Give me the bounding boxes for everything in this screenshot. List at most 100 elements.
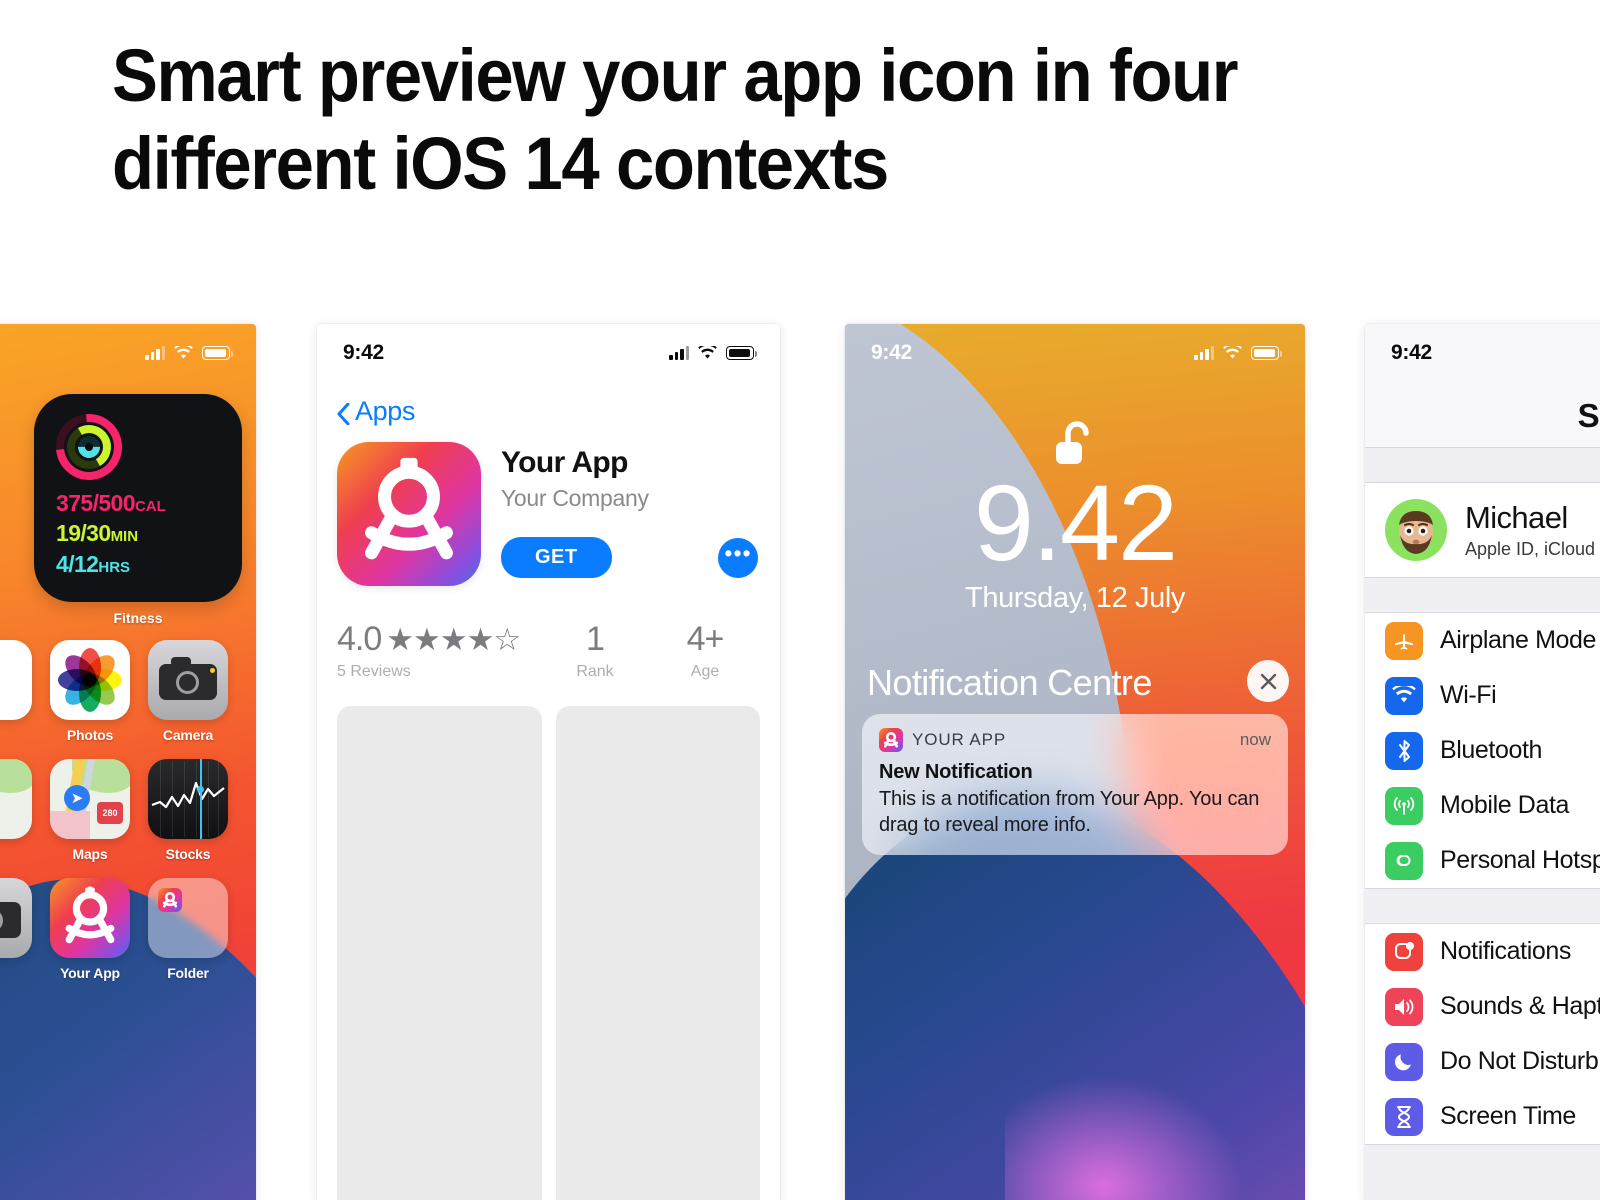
stat-value: 4/12 (56, 550, 99, 577)
stat-unit: MIN (110, 528, 139, 546)
fitness-widget[interactable]: 375/500CAL 19/30MIN 4/12HRS (34, 394, 242, 602)
airplane-icon (1385, 621, 1423, 660)
cellular-signal-icon (145, 346, 165, 360)
screenshot-placeholder[interactable] (555, 706, 760, 1200)
widget-row: 375/500CAL 19/30MIN 4/12HRS Fitness (0, 394, 242, 626)
lock-date: Thursday, 12 July (965, 582, 1185, 614)
app-icon-folder[interactable]: Folder (148, 878, 228, 981)
status-bar-time: 9:42 (343, 341, 384, 364)
app-icon-stocks[interactable]: Stocks (148, 759, 228, 862)
sounds-icon (1385, 987, 1423, 1026)
app-label: Camera (162, 727, 214, 743)
camera-icon (148, 640, 228, 720)
moon-icon (1385, 1042, 1423, 1081)
settings-row-label: Mobile Data (1440, 791, 1569, 819)
app-icon-partial[interactable] (0, 759, 32, 862)
settings-row-bluetooth[interactable]: Bluetooth (1365, 723, 1600, 778)
wifi-icon (1385, 676, 1423, 715)
status-bar-time: 9:42 (1391, 341, 1432, 364)
app-row: Photos Camera (0, 640, 242, 743)
settings-screen: 9:42 Settings (1365, 324, 1600, 1200)
apple-id-row[interactable]: Michael Apple ID, iCloud (1365, 482, 1600, 578)
back-label: Apps (355, 396, 415, 426)
app-store-screen: 9:42 Apps Your App Your Company GET ••• … (317, 324, 780, 1200)
settings-row-wifi[interactable]: Wi-Fi (1365, 668, 1600, 723)
stat-value: 19/30 (56, 520, 111, 547)
activity-rings-icon (42, 400, 136, 494)
settings-row-airplane-mode[interactable]: Airplane Mode (1365, 613, 1600, 668)
close-icon[interactable] (1247, 660, 1289, 702)
rank-stat: 1 Rank (540, 620, 650, 681)
app-meta: Your App Your Company GET ••• (501, 442, 760, 586)
app-icon-maps[interactable]: ➤ 280 Maps (50, 759, 130, 862)
app-icon-camera[interactable]: Camera (148, 640, 228, 743)
screenshot-placeholder[interactable] (337, 706, 542, 1200)
lock-screen: 9:42 9.42 Thursday, 12 July Notification… (845, 324, 1305, 1200)
widget-stat-calories: 375/500CAL (56, 488, 242, 518)
app-icon-your-app[interactable]: Your App (50, 878, 130, 981)
wifi-icon (1223, 346, 1242, 360)
stat-unit: HRS (98, 558, 131, 576)
settings-row-label: Bluetooth (1440, 736, 1543, 764)
settings-row-label: Sounds & Haptics (1440, 992, 1600, 1020)
photos-icon (50, 640, 130, 720)
settings-list: Michael Apple ID, iCloud Airplane Mode W… (1365, 448, 1600, 1200)
back-button[interactable]: Apps (337, 396, 415, 427)
your-app-icon (879, 728, 903, 752)
notification-card[interactable]: YOUR APP now New Notification This is a … (862, 714, 1288, 855)
wifi-icon (174, 346, 193, 360)
settings-row-label: Wi-Fi (1440, 681, 1497, 709)
rank-sub: Rank (576, 663, 614, 680)
notification-centre-title: Notification Centre (867, 662, 1152, 703)
app-icon-partial[interactable] (0, 640, 32, 743)
app-row: ➤ 280 Maps Stocks (0, 759, 242, 862)
profile-name: Michael (1465, 500, 1568, 535)
widget-label: Fitness (113, 610, 163, 626)
status-bar-indicators (669, 346, 757, 360)
app-label: Folder (167, 965, 209, 981)
get-button[interactable]: GET (501, 537, 612, 578)
screenshot-gallery[interactable] (337, 706, 760, 1200)
settings-row-screen-time[interactable]: Screen Time (1365, 1089, 1600, 1144)
status-bar-indicators (145, 346, 233, 360)
app-icon-photos[interactable]: Photos (50, 640, 130, 743)
notification-header: YOUR APP now (879, 728, 1271, 752)
notification-title: New Notification (879, 761, 1033, 783)
avatar (1385, 499, 1447, 561)
stat-unit: CAL (134, 498, 166, 515)
age-value: 4+ (686, 620, 725, 658)
phone-mockup-settings: 9:42 Settings (1365, 324, 1600, 1200)
app-label: Photos (66, 727, 114, 743)
status-bar-time: 9:42 (871, 341, 912, 364)
settings-row-sounds[interactable]: Sounds & Haptics (1365, 979, 1600, 1034)
app-icon-partial[interactable] (0, 878, 32, 981)
rating-stat: 4.0 ★★★★☆ 5 Reviews (337, 620, 540, 681)
app-stats-row: 4.0 ★★★★☆ 5 Reviews 1 Rank 4+ Age (317, 620, 780, 681)
settings-row-notifications[interactable]: Notifications (1365, 924, 1600, 979)
app-header: Your App Your Company GET ••• (337, 442, 760, 586)
status-bar: 9:42 (317, 324, 780, 382)
app-row: Your App Folder (0, 878, 242, 981)
notifications-icon (1385, 932, 1423, 971)
settings-row-label: Airplane Mode (1440, 626, 1597, 654)
home-screen-grid: 375/500CAL 19/30MIN 4/12HRS Fitness Phot… (0, 394, 256, 993)
apple-id-text: Michael Apple ID, iCloud (1465, 500, 1595, 560)
photos-icon (0, 640, 32, 720)
hourglass-icon (1385, 1097, 1423, 1136)
notification-body: This is a notification from Your App. Yo… (879, 788, 1260, 836)
rating-value: 4.0 (337, 620, 382, 658)
settings-row-mobile-data[interactable]: Mobile Data (1365, 778, 1600, 833)
route-badge: 280 (97, 802, 123, 824)
settings-group-connectivity: Airplane Mode Wi-Fi Bluetooth Mobile Dat… (1365, 612, 1600, 889)
settings-row-personal-hotspot[interactable]: Personal Hotspot (1365, 833, 1600, 888)
status-bar-indicators (1194, 346, 1282, 360)
status-bar: 9:42 (845, 324, 1305, 382)
status-bar (0, 324, 256, 382)
home-screen: 375/500CAL 19/30MIN 4/12HRS Fitness Phot… (0, 324, 256, 1200)
settings-group-alerts: Notifications Sounds & Haptics Do Not Di… (1365, 923, 1600, 1145)
settings-row-do-not-disturb[interactable]: Do Not Disturb (1365, 1034, 1600, 1089)
more-options-button[interactable]: ••• (718, 537, 758, 578)
